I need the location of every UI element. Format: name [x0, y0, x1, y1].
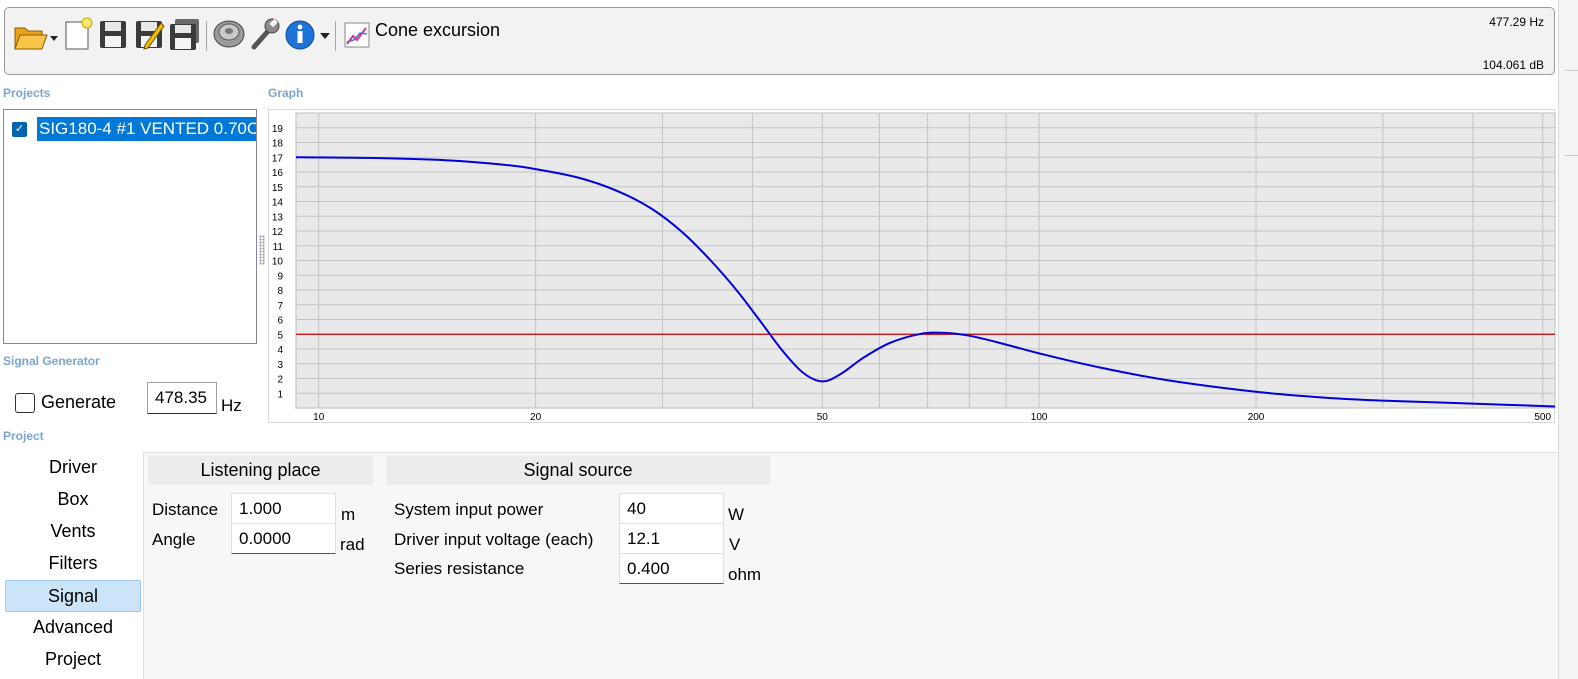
y-tick-label: 6: [277, 316, 283, 327]
y-tick-label: 14: [272, 198, 284, 209]
project-checkbox[interactable]: ✓: [12, 121, 27, 137]
listening-place-heading: Listening place: [148, 456, 373, 485]
graph-title: Cone excursion: [375, 20, 501, 40]
distance-unit: m: [341, 505, 356, 524]
nav-driver[interactable]: Driver: [5, 452, 141, 484]
signal-panel: Listening place Signal source Distance 1…: [143, 452, 1558, 679]
y-tick-label: 12: [272, 227, 284, 238]
y-tick-label: 16: [272, 168, 284, 179]
open-project-button[interactable]: [12, 18, 60, 52]
x-tick-label: 500: [1534, 412, 1551, 423]
angle-unit: rad: [340, 535, 365, 554]
frequency-readout: 477.29 Hz: [1489, 15, 1544, 29]
nav-vents[interactable]: Vents: [5, 516, 141, 548]
y-tick-label: 15: [272, 183, 284, 194]
nav-filters[interactable]: Filters: [5, 548, 141, 580]
driver-input-voltage-label: Driver input voltage (each): [394, 530, 594, 549]
y-tick-label: 18: [272, 139, 284, 150]
y-tick-label: 2: [277, 375, 283, 386]
project-list-item[interactable]: ✓ SIG180-4 #1 VENTED 0.70C: [12, 117, 256, 141]
save-all-button[interactable]: [167, 16, 203, 52]
graph-type-button[interactable]: [341, 19, 373, 51]
new-document-icon: [65, 17, 93, 50]
level-readout: 104.061 dB: [1482, 58, 1544, 72]
cone-excursion-chart: 1234567891011121314151617181910 20 50 100 20…: [272, 112, 1556, 423]
driver-button[interactable]: [211, 16, 247, 52]
y-tick-label: 7: [277, 301, 283, 312]
nav-signal[interactable]: Signal: [5, 580, 141, 612]
frequency-unit: Hz: [221, 396, 242, 415]
distance-input[interactable]: 1.000: [231, 493, 336, 524]
splitter-grip[interactable]: [259, 235, 265, 265]
y-tick-label: 5: [277, 330, 283, 341]
resistance-unit: ohm: [728, 565, 762, 584]
wrench-icon: [251, 18, 280, 50]
x-tick-label: 100: [1031, 412, 1048, 423]
projects-list[interactable]: ✓ SIG180-4 #1 VENTED 0.70C: [3, 109, 257, 344]
series-resistance-label: Series resistance: [394, 559, 525, 578]
power-unit: W: [728, 505, 745, 524]
info-button[interactable]: [284, 16, 332, 52]
signal-generator-label: Signal Generator: [3, 354, 100, 368]
y-tick-label: 11: [273, 242, 284, 253]
toolbar-separator: [206, 21, 207, 51]
save-all-icon: [170, 19, 199, 50]
toolbar: Cone excursion 477.29 Hz 104.061 dB: [4, 7, 1555, 75]
x-tick-label: 200: [1248, 412, 1265, 423]
project-name: SIG180-4 #1 VENTED 0.70C: [37, 117, 256, 141]
generate-toggle[interactable]: Generate: [15, 392, 116, 413]
system-input-power-label: System input power: [394, 500, 544, 519]
system-input-power-input[interactable]: 40: [619, 493, 724, 524]
speaker-icon: [213, 20, 245, 48]
generate-label: Generate: [41, 392, 117, 412]
new-project-button[interactable]: [62, 16, 94, 52]
generate-checkbox[interactable]: [15, 392, 35, 413]
info-icon: [285, 20, 330, 50]
driver-input-voltage-input[interactable]: 12.1: [619, 523, 724, 554]
toolbar-separator: [335, 21, 336, 51]
y-tick-label: 19: [272, 124, 284, 135]
projects-label: Projects: [3, 86, 51, 100]
graph-label: Graph: [268, 86, 304, 100]
angle-label: Angle: [152, 530, 196, 549]
save-icon: [100, 21, 126, 48]
edit-save-icon: [136, 21, 165, 50]
project-nav: Driver Box Vents Filters Signal Advanced…: [5, 452, 141, 676]
nav-project[interactable]: Project: [5, 644, 141, 676]
nav-advanced[interactable]: Advanced: [5, 612, 141, 644]
y-tick-label: 13: [272, 212, 284, 223]
save-button[interactable]: [96, 16, 130, 52]
series-resistance-input[interactable]: 0.400: [619, 553, 724, 584]
y-tick-label: 3: [277, 360, 283, 371]
graph-panel[interactable]: 1 2 3 4 5 6 7 8 9 10 11 12 13 14 15 16 17 18 19 10 20 50 100 20…: [268, 109, 1556, 423]
chart-icon: [344, 22, 370, 48]
save-as-button[interactable]: [132, 16, 166, 52]
x-tick-label: 50: [817, 412, 829, 423]
voltage-unit: V: [729, 535, 741, 554]
y-tick-label: 10: [272, 257, 284, 268]
open-folder-icon: [14, 27, 58, 50]
frequency-input[interactable]: 478.35: [147, 382, 217, 414]
x-tick-label: 20: [530, 412, 542, 423]
nav-box[interactable]: Box: [5, 484, 141, 516]
y-tick-label: 9: [277, 271, 283, 282]
settings-button[interactable]: [248, 16, 282, 52]
y-tick-label: 1: [277, 389, 283, 400]
y-tick-label: 17: [272, 153, 284, 164]
signal-source-heading: Signal source: [386, 456, 770, 485]
x-tick-label: 10: [313, 412, 325, 423]
project-label: Project: [3, 429, 44, 443]
distance-label: Distance: [152, 500, 219, 519]
window-edge: [1558, 0, 1578, 679]
y-tick-label: 4: [277, 345, 283, 356]
y-tick-label: 8: [277, 286, 283, 297]
angle-input[interactable]: 0.0000: [231, 523, 336, 554]
